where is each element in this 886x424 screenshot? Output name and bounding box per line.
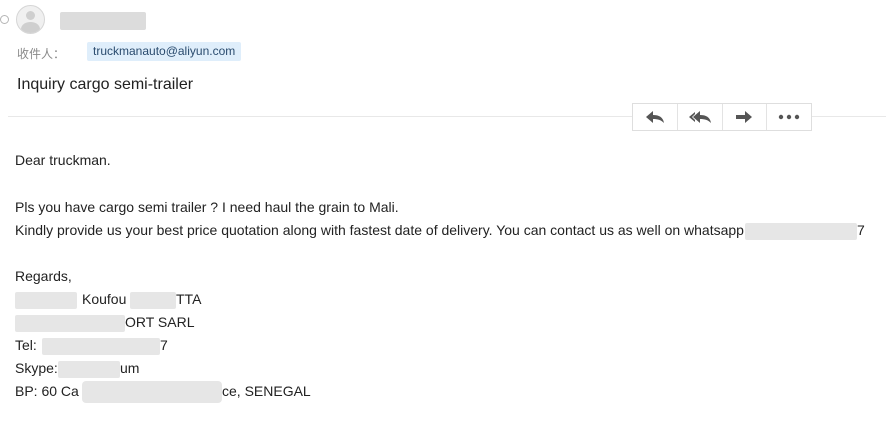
reply-all-icon <box>688 111 711 123</box>
signature-tel-end: 7 <box>160 337 168 353</box>
reply-icon <box>645 111 664 123</box>
reply-button[interactable] <box>633 104 678 130</box>
more-icon <box>778 114 800 120</box>
select-radio[interactable] <box>0 15 9 24</box>
signature-tel-redacted <box>42 338 160 355</box>
signature-address-redacted <box>82 381 222 403</box>
signature-company: ORT SARL <box>125 314 195 330</box>
body-line-1: Pls you have cargo semi trailer ? I need… <box>15 199 399 215</box>
more-button[interactable] <box>767 104 811 130</box>
signature-name-part-b: TTA <box>176 291 202 307</box>
signature-address-label: BP: 60 Ca <box>15 383 79 399</box>
signature-name-redacted-1 <box>15 292 77 309</box>
forward-button[interactable] <box>723 104 768 130</box>
signature-name-part-a: Koufou <box>82 291 127 307</box>
recipient-chip[interactable]: truckmanauto@aliyun.com <box>87 42 242 61</box>
forward-icon <box>736 111 753 123</box>
signature-skype-redacted <box>58 361 120 378</box>
regards: Regards, <box>15 268 72 284</box>
email-subject: Inquiry cargo semi-trailer <box>17 76 194 93</box>
signature-address-end: ce, SENEGAL <box>222 383 311 399</box>
whatsapp-number-redacted <box>745 223 857 240</box>
sender-name-redacted <box>60 12 146 30</box>
signature-name-redacted-2 <box>130 292 176 309</box>
recipient-label: 收件人： <box>17 47 66 61</box>
email-action-toolbar <box>632 103 812 131</box>
body-line-2: Kindly provide us your best price quotat… <box>15 222 744 238</box>
greeting: Dear truckman. <box>15 152 111 168</box>
whatsapp-number-end: 7 <box>857 222 865 238</box>
reply-all-button[interactable] <box>678 104 723 130</box>
signature-company-redacted <box>15 315 125 332</box>
signature-skype-label: Skype: <box>15 360 58 376</box>
signature-tel-label: Tel: <box>15 337 37 353</box>
sender-avatar <box>16 5 45 34</box>
signature-skype-end: um <box>120 360 140 376</box>
